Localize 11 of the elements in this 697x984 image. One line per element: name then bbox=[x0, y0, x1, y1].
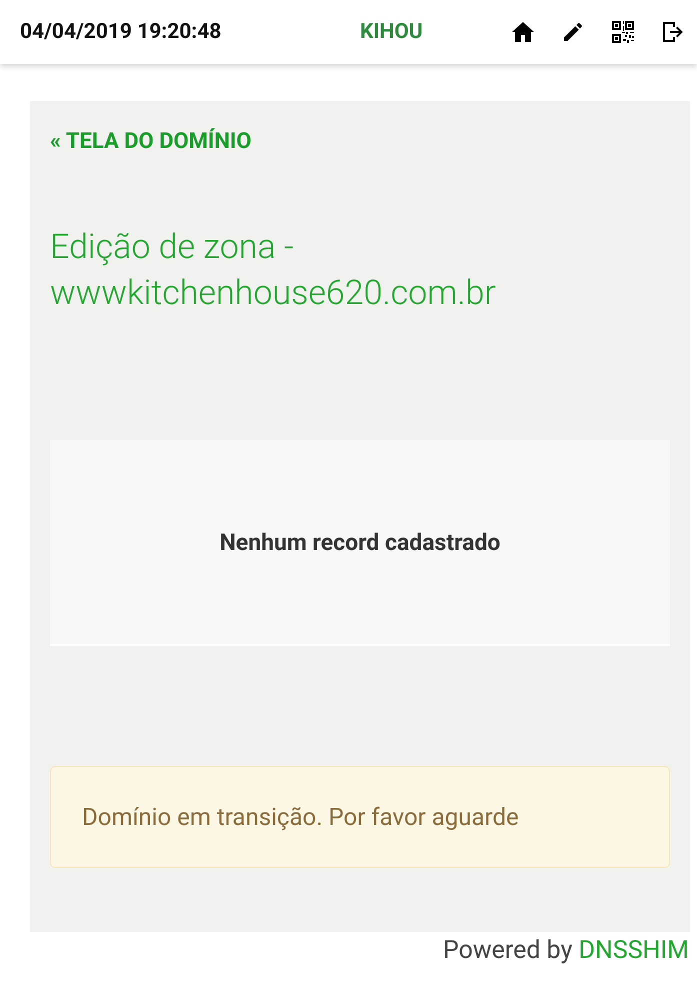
date-time: 04/04/2019 19:20:48 bbox=[20, 20, 222, 44]
user-name: KIHOU bbox=[360, 20, 423, 44]
logout-icon[interactable] bbox=[660, 20, 683, 44]
footer-credit: Powered by DNSSHIM bbox=[442, 936, 689, 965]
footer-link[interactable]: DNSSHIM bbox=[578, 936, 689, 965]
alert-message: Domínio em transição. Por favor aguarde bbox=[82, 803, 519, 831]
page-title: Edição de zona - wwwkitchenhouse620.com.br bbox=[50, 226, 497, 315]
qr-code-icon[interactable] bbox=[610, 20, 635, 44]
empty-message: Nenhum record cadastrado bbox=[220, 528, 500, 556]
back-link[interactable]: « TELA DO DOMÍNIO bbox=[50, 129, 252, 154]
home-icon[interactable] bbox=[510, 21, 535, 43]
